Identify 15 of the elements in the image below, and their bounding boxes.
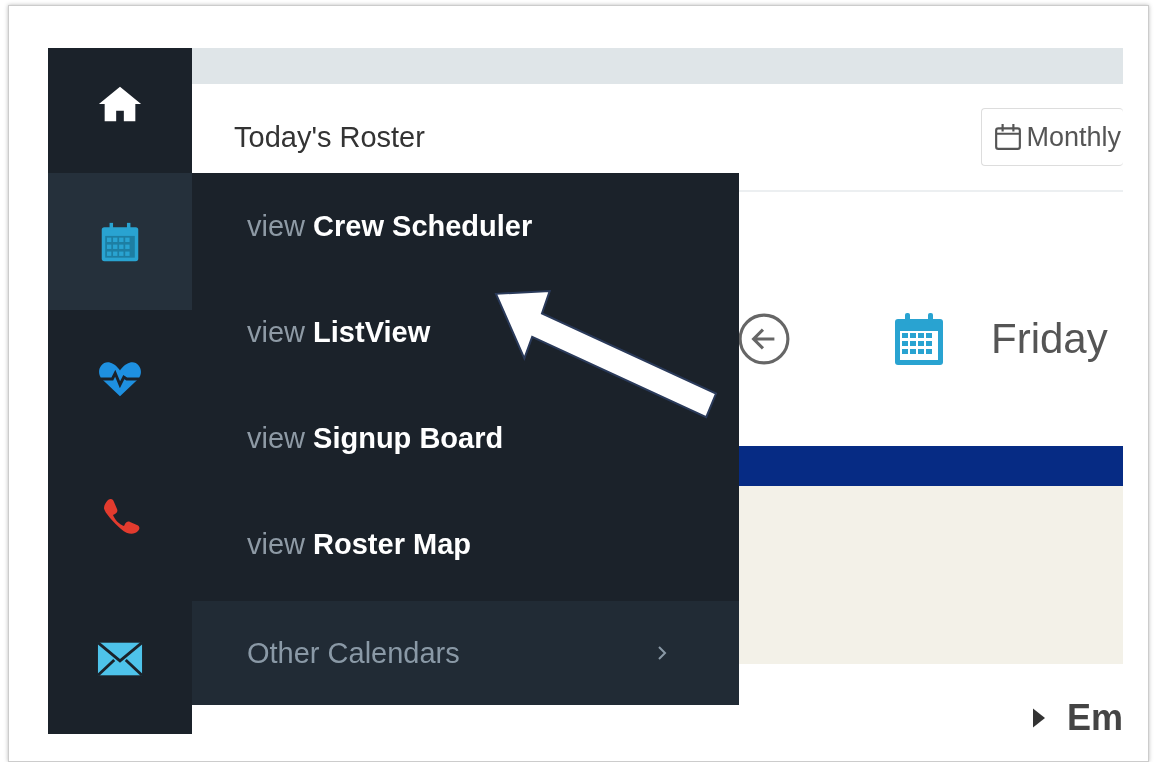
page-title: Today's Roster bbox=[234, 120, 425, 154]
calendar-icon bbox=[994, 123, 1023, 151]
menu-item[interactable]: view Roster Map bbox=[192, 491, 739, 597]
menu-item[interactable]: view ListView bbox=[192, 279, 739, 385]
home-icon bbox=[97, 84, 143, 124]
menu-item[interactable]: view Crew Scheduler bbox=[192, 173, 739, 279]
submenu-item[interactable]: Other Calendars bbox=[192, 601, 739, 705]
expand-icon[interactable] bbox=[1032, 708, 1045, 728]
envelope-icon bbox=[97, 639, 143, 679]
calendar-icon bbox=[893, 311, 945, 367]
date-label: Friday bbox=[991, 315, 1108, 363]
monthly-button[interactable]: Monthly bbox=[981, 108, 1123, 166]
menu-item[interactable]: view Signup Board bbox=[192, 385, 739, 491]
chevron-right-icon bbox=[657, 645, 667, 661]
section-label: Em bbox=[1066, 697, 1123, 734]
